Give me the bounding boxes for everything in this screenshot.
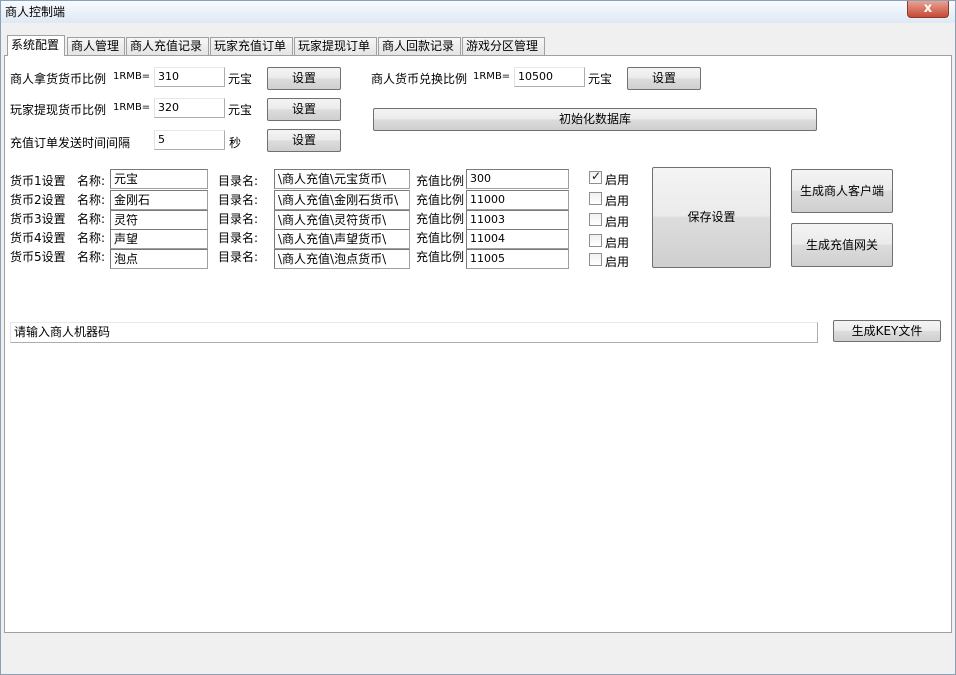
close-icon[interactable]: x <box>924 1 932 16</box>
exchange-ratio-set-button[interactable]: 设置 <box>627 67 701 90</box>
exchange-ratio-unit: 元宝 <box>588 72 613 86</box>
exchange-ratio-label: 商人货币兑换比例 <box>371 72 468 86</box>
currency-enable-label: 启用 <box>605 173 630 187</box>
currency-name-input[interactable]: 金刚石 <box>110 190 208 210</box>
currency-dir-label: 目录名: <box>218 250 259 264</box>
currency-name-input[interactable]: 泡点 <box>110 249 208 269</box>
title-bar: 商人控制端 x <box>1 1 955 23</box>
currency-ratio-label: 充值比例 <box>416 250 465 264</box>
currency-dir-label: 目录名: <box>218 212 259 226</box>
currency-ratio-input[interactable]: 11000 <box>466 190 569 210</box>
merchant-ratio-label: 商人拿货货币比例 <box>10 72 107 86</box>
main-window: 商人控制端 x 系统配置 商人管理 商人充值记录 玩家充值订单 玩家提现订单 商… <box>0 0 956 675</box>
currency-name-input[interactable]: 声望 <box>110 229 208 249</box>
currency-ratio-input[interactable]: 11004 <box>466 229 569 249</box>
generate-recharge-gateway-button[interactable]: 生成充值网关 <box>791 223 893 267</box>
currency-ratio-input[interactable]: 11005 <box>466 249 569 269</box>
currency-enable-label: 启用 <box>605 236 630 250</box>
exchange-ratio-prefix: 1RMB= <box>473 71 511 82</box>
currency-enable-label: 启用 <box>605 215 630 229</box>
currency-ratio-input[interactable]: 11003 <box>466 210 569 230</box>
withdraw-ratio-unit: 元宝 <box>228 103 253 117</box>
currency-enable-label: 启用 <box>605 255 630 269</box>
tab-merchant-recharge-records[interactable]: 商人充值记录 <box>126 37 209 56</box>
init-database-button[interactable]: 初始化数据库 <box>373 108 817 131</box>
currency-dir-label: 目录名: <box>218 193 259 207</box>
currency-enable-checkbox[interactable] <box>589 253 602 266</box>
system-config-panel: 商人拿货货币比例 1RMB= 310 元宝 设置 商人货币兑换比例 1RMB= … <box>4 55 952 633</box>
tab-merchant-payback-records[interactable]: 商人回款记录 <box>378 37 461 56</box>
currency-ratio-label: 充值比例 <box>416 193 465 207</box>
currency-ratio-input[interactable]: 300 <box>466 169 569 189</box>
tab-merchant-management[interactable]: 商人管理 <box>67 37 125 56</box>
withdraw-ratio-input[interactable]: 320 <box>154 98 225 118</box>
currency-row-title: 货币2设置 <box>10 193 66 207</box>
currency-enable-label: 启用 <box>605 194 630 208</box>
currency-dir-input[interactable]: \商人充值\元宝货币\ <box>274 169 410 189</box>
currency-dir-input[interactable]: \商人充值\声望货币\ <box>274 229 410 249</box>
merchant-ratio-input[interactable]: 310 <box>154 67 225 87</box>
merchant-ratio-prefix: 1RMB= <box>113 71 151 82</box>
tab-game-zone-management[interactable]: 游戏分区管理 <box>462 37 545 56</box>
save-settings-button[interactable]: 保存设置 <box>652 167 771 268</box>
tab-player-withdraw-orders[interactable]: 玩家提现订单 <box>294 37 377 56</box>
currency-dir-label: 目录名: <box>218 231 259 245</box>
exchange-ratio-input[interactable]: 10500 <box>514 67 585 87</box>
currency-name-label: 名称: <box>77 174 106 188</box>
withdraw-ratio-prefix: 1RMB= <box>113 102 151 113</box>
withdraw-ratio-label: 玩家提现货币比例 <box>10 103 107 117</box>
interval-unit: 秒 <box>229 136 242 150</box>
machine-code-input[interactable]: 请输入商人机器码 <box>10 322 818 343</box>
currency-dir-input[interactable]: \商人充值\金刚石货币\ <box>274 190 410 210</box>
withdraw-ratio-set-button[interactable]: 设置 <box>267 98 341 121</box>
currency-dir-label: 目录名: <box>218 174 259 188</box>
interval-input[interactable]: 5 <box>154 130 225 150</box>
generate-key-file-button[interactable]: 生成KEY文件 <box>833 320 941 342</box>
tab-system-config[interactable]: 系统配置 <box>7 35 65 56</box>
tab-player-recharge-orders[interactable]: 玩家充值订单 <box>210 37 293 56</box>
interval-set-button[interactable]: 设置 <box>267 129 341 152</box>
currency-row-title: 货币4设置 <box>10 231 66 245</box>
currency-enable-checkbox[interactable] <box>589 192 602 205</box>
currency-dir-input[interactable]: \商人充值\泡点货币\ <box>274 249 410 269</box>
status-bar <box>4 637 952 673</box>
currency-ratio-label: 充值比例 <box>416 212 465 226</box>
check-icon: ✓ <box>591 169 602 183</box>
currency-row-title: 货币1设置 <box>10 174 66 188</box>
currency-name-label: 名称: <box>77 231 106 245</box>
merchant-ratio-set-button[interactable]: 设置 <box>267 67 341 90</box>
currency-enable-checkbox[interactable]: ✓ <box>589 169 602 184</box>
window-title: 商人控制端 <box>5 5 66 19</box>
currency-name-label: 名称: <box>77 193 106 207</box>
currency-row-title: 货币3设置 <box>10 212 66 226</box>
currency-name-input[interactable]: 灵符 <box>110 210 208 230</box>
close-button[interactable]: x <box>907 1 949 18</box>
currency-name-label: 名称: <box>77 250 106 264</box>
merchant-ratio-unit: 元宝 <box>228 72 253 86</box>
currency-dir-input[interactable]: \商人充值\灵符货币\ <box>274 210 410 230</box>
currency-enable-checkbox[interactable] <box>589 213 602 226</box>
currency-enable-checkbox[interactable] <box>589 234 602 247</box>
currency-name-label: 名称: <box>77 212 106 226</box>
generate-merchant-client-button[interactable]: 生成商人客户端 <box>791 169 893 213</box>
currency-row-title: 货币5设置 <box>10 250 66 264</box>
interval-label: 充值订单发送时间间隔 <box>10 136 131 150</box>
currency-ratio-label: 充值比例 <box>416 231 465 245</box>
currency-name-input[interactable]: 元宝 <box>110 169 208 189</box>
currency-ratio-label: 充值比例 <box>416 174 465 188</box>
